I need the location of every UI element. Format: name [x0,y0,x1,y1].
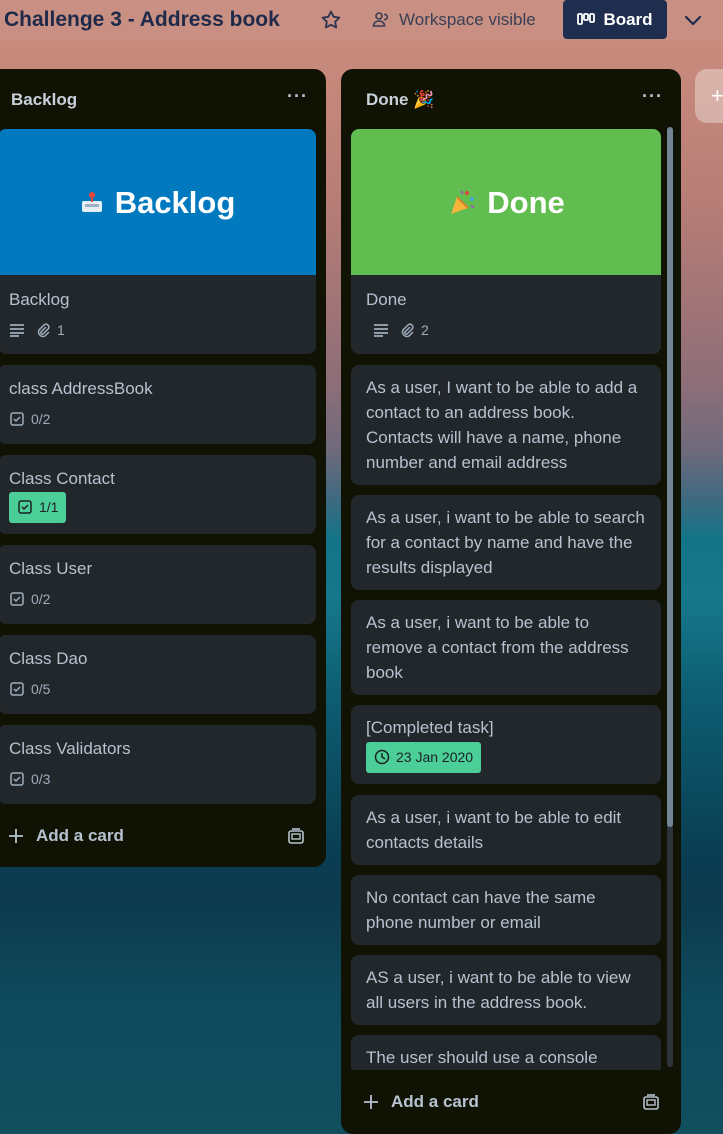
visibility-button[interactable]: Workspace visible [371,8,536,32]
card-template-icon[interactable] [287,828,305,846]
card-cover: Done [351,129,661,275]
card-title: As a user, I want to be able to add a co… [366,378,638,472]
description-icon [374,324,388,337]
board-view-button[interactable]: Board [563,0,667,39]
checklist-icon [10,592,24,606]
checklist-count: 0/2 [31,410,51,427]
checklist-icon [10,412,24,426]
card-title: As a user, i want to be able to edit con… [366,808,622,852]
card-title: [Completed task] [366,718,494,737]
checklist-icon [10,682,24,696]
board-title[interactable]: Challenge 3 - Address book [4,8,280,32]
card-title: Done [366,290,407,309]
card-badges: 23 Jan 2020 [351,741,661,773]
add-card-label: Add a card [391,1092,479,1111]
card-badges: 0/2 [0,407,316,431]
card-template-icon[interactable] [642,1094,660,1112]
card-title: Class Validators [9,739,131,758]
checklist-count: 0/2 [31,590,51,607]
board-view-label: Board [603,9,653,29]
paperclip-icon [37,323,50,338]
card-title: AS a user, i want to be able to view all… [366,968,631,1012]
list-item[interactable]: AS a user, i want to be able to view all… [351,955,661,1025]
list-menu-button[interactable]: ··· [287,86,308,107]
card-title: Backlog [9,290,70,309]
attachment-badge: 2 [399,318,429,343]
list-item[interactable]: As a user, i want to be able to search f… [351,495,661,590]
card-badges: 0/5 [0,677,316,701]
add-card-button[interactable]: Add a card [8,826,124,846]
add-card-button[interactable]: Add a card [363,1092,479,1112]
list-item[interactable]: Class Validators 0/3 [0,725,316,804]
checklist-badge: 0/5 [9,677,50,702]
card-title: No contact can have the same phone numbe… [366,888,596,932]
board-header: Challenge 3 - Address book Workspace vis… [0,0,723,40]
inbox-tray-icon [81,192,102,212]
checklist-count: 0/3 [31,770,51,787]
due-date: 23 Jan 2020 [396,748,474,765]
card-badges: 0/3 [0,767,316,791]
card-title: Class User [9,559,93,578]
description-icon [10,324,24,337]
checklist-icon [18,500,32,514]
list-footer-bg [341,1070,681,1090]
checklist-count: 1/1 [39,498,59,515]
paperclip-icon [401,323,414,338]
card-cover: Backlog [0,129,316,275]
card-title: Class Dao [9,649,88,668]
visibility-label: Workspace visible [399,10,536,29]
chevron-down-icon[interactable] [681,8,705,32]
list-item[interactable]: As a user, I want to be able to add a co… [351,365,661,485]
party-popper-icon [451,190,475,214]
list-scrollbar-thumb[interactable] [667,127,673,827]
add-list-button[interactable]: + [695,69,723,123]
checklist-complete-badge: 1/1 [9,491,67,523]
plus-icon [9,829,23,843]
list-item[interactable]: Class Dao 0/5 [0,635,316,714]
attachment-count: 2 [421,321,429,338]
list-item[interactable]: Backlog Backlog 1 [0,129,316,354]
checklist-count: 0/5 [31,680,51,697]
list-item[interactable]: As a user, i want to be able to remove a… [351,600,661,695]
add-card-label: Add a card [36,826,124,845]
board-icon [577,12,596,25]
list-item[interactable]: [Completed task] 23 Jan 2020 [351,705,661,784]
list-item[interactable]: class AddressBook 0/2 [0,365,316,444]
card-title: Class Contact [9,469,115,488]
card-title: As a user, i want to be able to search f… [366,508,645,577]
card-title: The user should use a console [366,1048,598,1067]
card-badges: 0/2 [0,587,316,611]
list-item[interactable]: No contact can have the same phone numbe… [351,875,661,945]
checklist-badge: 0/2 [9,407,50,432]
checklist-badge: 0/3 [9,767,50,792]
card-badges: 1/1 [0,491,316,523]
card-badges: 2 [351,318,661,342]
checklist-badge: 0/2 [9,587,50,612]
checklist-icon [10,772,24,786]
attachment-badge: 1 [35,318,65,343]
cover-title: Done [487,184,565,220]
plus-icon [364,1095,378,1109]
people-icon [372,12,389,27]
list-title[interactable]: Done 🎉 [366,90,434,110]
list-title[interactable]: Backlog [11,90,77,110]
card-title: class AddressBook [9,379,153,398]
attachment-count: 1 [57,321,65,338]
card-badges: 1 [0,318,316,342]
plus-icon: + [711,83,723,108]
cover-title: Backlog [114,184,236,220]
star-icon[interactable] [319,8,343,32]
clock-icon [374,749,390,765]
list-item[interactable]: As a user, i want to be able to edit con… [351,795,661,865]
list-item[interactable]: Done Done 2 [351,129,661,354]
list-item[interactable]: Class Contact 1/1 [0,455,316,534]
due-date-badge[interactable]: 23 Jan 2020 [366,741,482,773]
list-menu-button[interactable]: ··· [642,86,663,107]
card-title: As a user, i want to be able to remove a… [366,613,629,682]
list-item[interactable]: Class User 0/2 [0,545,316,624]
list-item[interactable]: The user should use a console [351,1035,661,1075]
